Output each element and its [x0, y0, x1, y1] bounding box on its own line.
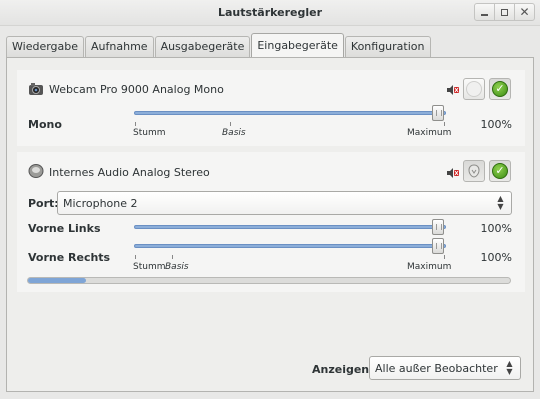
mute-toggle-icon[interactable] — [446, 84, 460, 96]
tick-maximum — [444, 255, 445, 259]
scale-label-maximum: Maximum — [407, 128, 452, 138]
scrollbar-thumb[interactable] — [28, 278, 86, 283]
channel-label-front-right: Vorne Rechts — [28, 251, 111, 264]
close-button[interactable]: ✕ — [515, 4, 534, 20]
tick-stumm — [135, 255, 136, 259]
lock-channels-button[interactable] — [463, 160, 485, 182]
lock-channels-icon — [468, 164, 480, 178]
slider-handle[interactable] — [432, 238, 444, 254]
show-label: Anzeigen: — [312, 363, 374, 376]
scale-label-stumm: Stumm — [133, 262, 166, 272]
device-name: Webcam Pro 9000 Analog Mono — [49, 83, 224, 96]
channel-label-mono: Mono — [28, 118, 62, 131]
set-default-button[interactable]: ✓ — [489, 78, 511, 100]
check-icon: ✓ — [492, 163, 508, 179]
close-icon: ✕ — [519, 5, 530, 19]
minimize-button[interactable] — [475, 4, 495, 20]
port-select[interactable]: Microphone 2 ▲ ▼ — [57, 191, 512, 215]
volume-percent-front-right: 100% — [480, 251, 512, 264]
tick-basis — [172, 255, 173, 259]
chevron-updown-icon: ▲ ▼ — [497, 194, 504, 211]
window-controls: ✕ — [474, 3, 535, 21]
scale-label-basis: Basis — [222, 128, 246, 138]
lock-channels-button[interactable] — [463, 78, 485, 100]
window-titlebar[interactable]: Lautstärkeregler ✕ — [0, 0, 540, 26]
window-title: Lautstärkeregler — [217, 6, 323, 19]
tab-eingabegeraete[interactable]: Eingabegeräte — [251, 33, 344, 57]
tab-konfiguration[interactable]: Konfiguration — [344, 36, 431, 58]
tick-basis — [230, 122, 231, 126]
volume-slider-mono[interactable] — [134, 104, 446, 122]
port-select-value: Microphone 2 — [63, 197, 138, 210]
tab-aufnahme[interactable]: Aufnahme — [85, 36, 154, 58]
volume-slider-front-left[interactable] — [134, 218, 446, 236]
tick-stumm — [135, 122, 136, 126]
check-icon: ✓ — [492, 81, 508, 97]
show-filter-select[interactable]: Alle außer Beobachter ▲ ▼ — [369, 356, 521, 380]
tick-maximum — [444, 122, 445, 126]
maximize-icon — [501, 8, 508, 16]
mute-toggle-icon[interactable] — [446, 167, 460, 179]
scale-label-stumm: Stumm — [133, 128, 166, 138]
volume-percent-front-left: 100% — [480, 222, 512, 235]
port-label: Port: — [28, 197, 59, 210]
scale-label-maximum: Maximum — [407, 262, 452, 272]
volume-slider-front-right[interactable] — [134, 237, 446, 255]
slider-handle[interactable] — [432, 105, 444, 121]
slider-track — [134, 225, 446, 229]
channel-label-front-left: Vorne Links — [28, 222, 101, 235]
lock-channels-icon — [466, 81, 482, 97]
device-name: Internes Audio Analog Stereo — [49, 166, 210, 179]
chevron-updown-icon: ▲ ▼ — [506, 359, 513, 376]
slider-track — [134, 244, 446, 248]
slider-track — [134, 111, 446, 115]
sound-card-icon — [28, 164, 44, 178]
slider-handle[interactable] — [432, 219, 444, 235]
minimize-icon — [481, 14, 488, 16]
set-default-button[interactable]: ✓ — [489, 160, 511, 182]
tab-bar: Wiedergabe Aufnahme Ausgabegeräte Eingab… — [6, 33, 432, 58]
horizontal-scrollbar[interactable] — [27, 277, 511, 284]
scale-label-basis: Basis — [165, 262, 189, 272]
maximize-button[interactable] — [495, 4, 515, 20]
show-filter-value: Alle außer Beobachter — [375, 362, 498, 375]
volume-percent: 100% — [480, 118, 512, 131]
tab-ausgabegeraete[interactable]: Ausgabegeräte — [154, 36, 251, 58]
webcam-icon — [29, 83, 43, 95]
tab-wiedergabe[interactable]: Wiedergabe — [6, 36, 85, 58]
